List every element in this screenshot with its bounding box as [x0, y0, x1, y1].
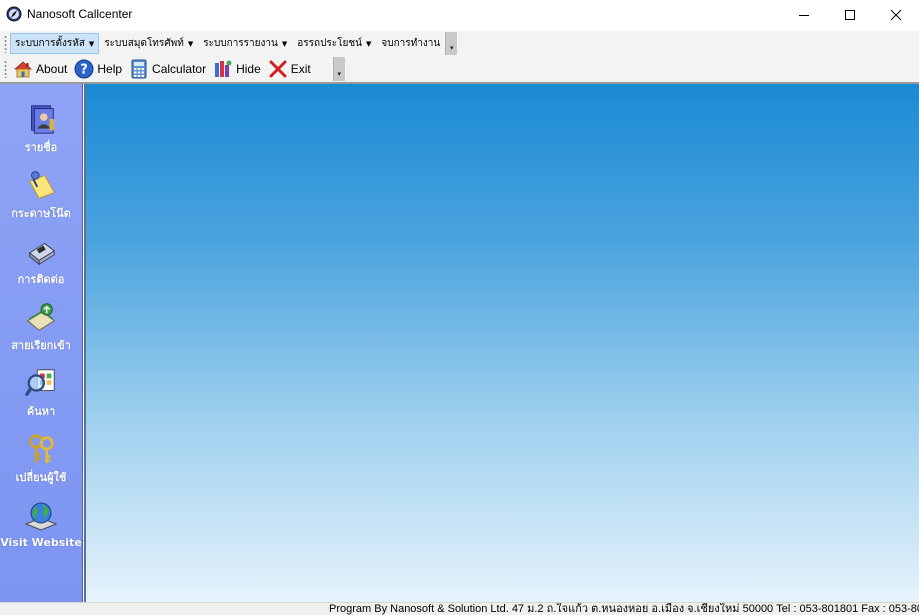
home-icon [13, 61, 33, 78]
sidebar-item-label: รายชื่อ [24, 141, 58, 154]
about-button[interactable]: About [10, 57, 71, 81]
help-label: Help [97, 62, 123, 76]
hide-icon [215, 60, 232, 77]
menu-item-phonebook[interactable]: ระบบสมุดโทรศัพท์ ▼ [99, 33, 198, 54]
calculator-button[interactable]: Calculator [126, 57, 210, 81]
exit-button[interactable]: Exit [265, 57, 315, 81]
toolbar: About ? Help Calculator Hide Exit ▾ [0, 56, 919, 82]
svg-text:?: ? [81, 63, 89, 78]
overflow-chevron-icon: ▾ [337, 70, 342, 78]
menu-item-label: ระบบการตั้งรหัส [15, 38, 85, 49]
maximize-button[interactable] [827, 0, 873, 30]
sidebar-item-label: กระดาษโน๊ต [11, 207, 71, 220]
menu-item-label: อรรถประโยชน์ [297, 38, 363, 49]
compass-icon[interactable] [6, 6, 22, 22]
menu-item-label: จบการทำงาน [381, 38, 441, 49]
sidebar-item-search[interactable]: ค้นหา [0, 358, 82, 420]
overflow-chevron-icon: ▾ [449, 44, 454, 52]
exit-label: Exit [290, 62, 311, 76]
sidebar-item-label: ค้นหา [26, 405, 56, 418]
notepad-icon [28, 171, 55, 199]
chevron-down-icon: ▼ [366, 39, 372, 48]
window-title: Nanosoft Callcenter [27, 7, 133, 21]
hide-button[interactable]: Hide [210, 57, 265, 81]
calculator-icon [131, 59, 147, 79]
maximize-icon [845, 10, 855, 20]
incoming-call-icon [26, 303, 56, 331]
menu-item-exit[interactable]: จบการทำงาน [376, 33, 445, 54]
menu-item-reports[interactable]: ระบบการรายงาน ▼ [198, 33, 292, 54]
main-background-area [84, 84, 919, 602]
menu-item-codes[interactable]: ระบบการตั้งรหัส ▼ [10, 33, 100, 54]
exit-x-icon [269, 60, 287, 78]
toolbar-grip-handle[interactable] [4, 60, 7, 78]
menu-strip: ระบบการตั้งรหัส ▼ ระบบสมุดโทรศัพท์ ▼ ระบบก… [4, 32, 458, 55]
help-button[interactable]: ? Help [71, 57, 126, 81]
chevron-down-icon: ▼ [187, 39, 194, 48]
contact-phone-icon [28, 242, 56, 266]
minimize-icon [799, 15, 809, 16]
sidebar-item-label: Visit Website [0, 536, 82, 549]
address-book-icon [31, 105, 55, 134]
chevron-down-icon: ▼ [88, 39, 95, 48]
globe-icon [24, 502, 58, 531]
status-bar: Program By Nanosoft & Solution Ltd. 47 ม… [0, 602, 919, 615]
sidebar-item-notepad[interactable]: กระดาษโน๊ต [0, 160, 82, 222]
menu-grip-handle[interactable] [4, 34, 7, 53]
hide-label: Hide [236, 62, 261, 76]
search-icon [25, 369, 55, 396]
sidebar: รายชื่อ กระดาษโน๊ต การติดต่อ สายเรียกเข้… [0, 84, 83, 602]
menu-bar: ระบบการตั้งรหัส ▼ ระบบสมุดโทรศัพท์ ▼ ระบบก… [0, 31, 919, 56]
title-bar: Nanosoft Callcenter [0, 0, 919, 30]
close-icon [890, 9, 902, 21]
menu-item-utilities[interactable]: อรรถประโยชน์ ▼ [292, 33, 376, 54]
about-label: About [36, 62, 68, 76]
sidebar-item-contacts[interactable]: รายชื่อ [0, 94, 82, 156]
menu-item-label: ระบบสมุดโทรศัพท์ [104, 38, 184, 49]
sidebar-item-incoming-calls[interactable]: สายเรียกเข้า [0, 292, 82, 354]
change-user-keys-icon [29, 434, 54, 464]
minimize-button[interactable] [781, 0, 827, 30]
close-button[interactable] [873, 0, 919, 30]
sidebar-item-contact[interactable]: การติดต่อ [0, 226, 82, 288]
sidebar-item-label: สายเรียกเข้า [11, 339, 71, 352]
calculator-label: Calculator [152, 62, 207, 76]
chevron-down-icon: ▼ [281, 39, 288, 48]
menu-overflow-button[interactable]: ▾ [445, 32, 458, 55]
tool-strip: About ? Help Calculator Hide Exit ▾ [4, 57, 345, 81]
menu-item-label: ระบบการรายงาน [203, 38, 278, 49]
sidebar-item-label: เปลี่ยนผู้ใช้ [15, 471, 67, 484]
help-icon: ? [74, 59, 94, 79]
sidebar-item-label: การติดต่อ [17, 273, 65, 286]
toolbar-overflow-button[interactable]: ▾ [332, 57, 345, 81]
sidebar-item-visit-website[interactable]: Visit Website [0, 490, 82, 552]
sidebar-item-change-user[interactable]: เปลี่ยนผู้ใช้ [0, 424, 82, 486]
status-text: Program By Nanosoft & Solution Ltd. 47 ม… [329, 603, 919, 615]
